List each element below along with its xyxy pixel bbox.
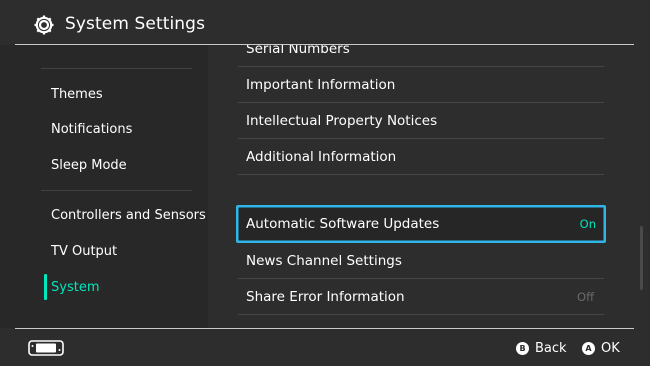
sidebar-item-themes[interactable]: Themes bbox=[51, 87, 103, 102]
list-item-label: Intellectual Property Notices bbox=[246, 112, 438, 129]
header: System Settings bbox=[0, 0, 650, 45]
list-item-news-channel-settings[interactable]: News Channel Settings bbox=[238, 243, 604, 278]
a-button-icon: A bbox=[582, 341, 595, 355]
toggle-value-off: Off bbox=[577, 289, 594, 304]
page-title: System Settings bbox=[65, 14, 206, 34]
list-item-additional-information[interactable]: Additional Information bbox=[238, 139, 604, 174]
back-button[interactable]: B Back bbox=[516, 340, 567, 356]
list-divider bbox=[238, 174, 604, 175]
sidebar-item-amiibo[interactable]: amiibo bbox=[51, 45, 95, 47]
list-item-label: Important Information bbox=[246, 76, 396, 93]
list-item-label: Automatic Software Updates bbox=[246, 216, 440, 232]
list-item-label: Additional Information bbox=[246, 148, 397, 165]
list-item-serial-numbers[interactable]: Serial Numbers bbox=[238, 45, 604, 66]
gear-icon bbox=[34, 15, 54, 35]
list-item-label: News Channel Settings bbox=[246, 252, 402, 269]
list-item-important-information[interactable]: Important Information bbox=[238, 67, 604, 102]
sidebar-item-controllers-and-sensors[interactable]: Controllers and Sensors bbox=[51, 208, 206, 223]
footer: B Back A OK bbox=[0, 329, 650, 366]
sidebar-divider bbox=[41, 68, 192, 69]
list-item-share-error-information[interactable]: Share Error Information Off bbox=[238, 279, 604, 314]
sidebar-item-notifications[interactable]: Notifications bbox=[51, 122, 132, 137]
system-settings-screen: System Settings amiibo Themes Notificati… bbox=[0, 0, 650, 366]
toggle-value-on: On bbox=[579, 217, 596, 231]
sidebar-divider bbox=[41, 190, 192, 191]
b-button-icon: B bbox=[516, 341, 529, 355]
list-divider bbox=[238, 314, 604, 315]
list-item-label: Share Error Information bbox=[246, 288, 405, 305]
scrollbar[interactable] bbox=[640, 226, 643, 290]
sidebar-active-indicator bbox=[44, 274, 47, 300]
console-icon bbox=[28, 340, 64, 356]
list-item-intellectual-property-notices[interactable]: Intellectual Property Notices bbox=[238, 103, 604, 138]
settings-list: Serial Numbers Important Information Int… bbox=[208, 45, 650, 328]
back-label: Back bbox=[535, 340, 567, 356]
sidebar-item-sleep-mode[interactable]: Sleep Mode bbox=[51, 158, 127, 173]
sidebar: amiibo Themes Notifications Sleep Mode C… bbox=[0, 45, 208, 328]
ok-label: OK bbox=[601, 340, 620, 356]
list-item-label: Serial Numbers bbox=[246, 45, 350, 57]
sidebar-item-tv-output[interactable]: TV Output bbox=[51, 244, 117, 259]
list-item-automatic-software-updates[interactable]: Automatic Software Updates On bbox=[236, 205, 606, 243]
sidebar-item-system[interactable]: System bbox=[51, 280, 99, 295]
ok-button[interactable]: A OK bbox=[582, 340, 620, 356]
